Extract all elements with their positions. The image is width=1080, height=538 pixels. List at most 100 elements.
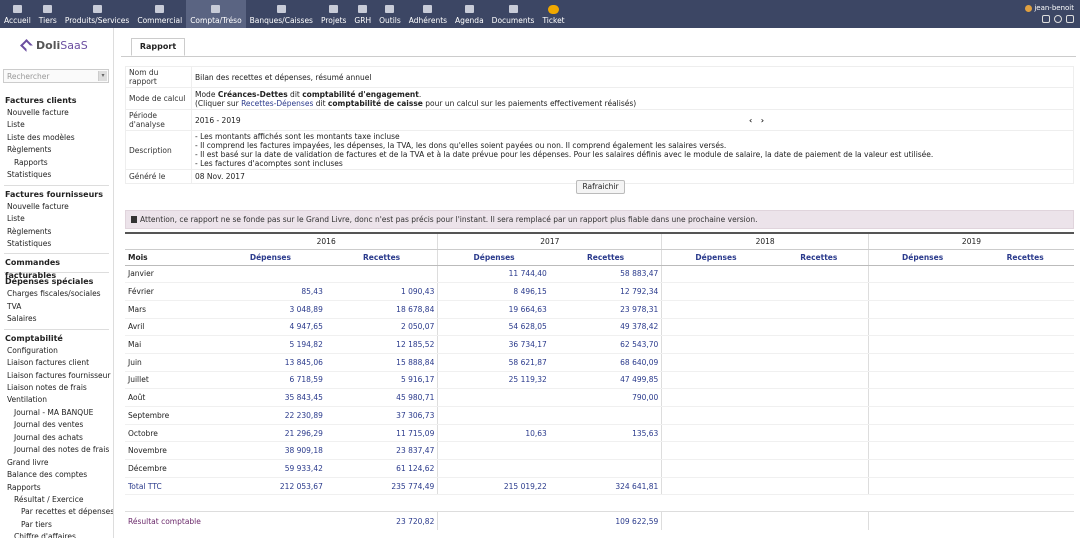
company-logo[interactable]: DoliSaaS [20, 37, 100, 53]
sidebar-item[interactable]: Journal des ventes [0, 419, 113, 431]
sidebar-item[interactable]: Liste [0, 213, 113, 225]
menu-projets[interactable]: Projets [317, 0, 350, 28]
search-input[interactable]: Rechercher ▾ [3, 69, 109, 83]
income-cell[interactable]: 15 888,84 [325, 353, 438, 372]
sidebar-section-heading[interactable]: Factures fournisseurs [0, 188, 113, 201]
sidebar-item[interactable]: Règlements [0, 144, 113, 156]
menu-accueil[interactable]: Accueil [0, 0, 35, 28]
income-header: Recettes [549, 249, 662, 266]
sidebar-item[interactable]: Statistiques [0, 238, 113, 250]
menu-documents[interactable]: Documents [488, 0, 539, 28]
sidebar-item[interactable]: Liste [0, 119, 113, 131]
sidebar-item[interactable]: Nouvelle facture [0, 107, 113, 119]
income-cell[interactable]: 135,63 [549, 424, 662, 443]
income-cell [769, 318, 869, 337]
sidebar-item[interactable]: Règlements [0, 226, 113, 238]
income-cell [769, 371, 869, 390]
sidebar-item[interactable]: Liaison factures fournisseur [0, 370, 113, 382]
year-header: 2018 [661, 232, 869, 250]
month-cell: Mars [125, 300, 215, 319]
income-cell[interactable]: 2 050,07 [325, 318, 438, 337]
sidebar-item[interactable]: TVA [0, 301, 113, 313]
sidebar-item[interactable]: Journal des notes de frais [0, 444, 113, 456]
top-menu: Accueil Tiers Produits/Services Commercial C… [0, 0, 569, 28]
income-cell[interactable]: 1 090,43 [325, 282, 438, 301]
menu-grh[interactable]: GRH [350, 0, 375, 28]
income-cell[interactable]: 790,00 [549, 388, 662, 407]
income-cell[interactable]: 68 640,09 [549, 353, 662, 372]
sidebar-item[interactable]: Journal - MA BANQUE [0, 407, 113, 419]
cash-mode-link[interactable]: Recettes-Dépenses [241, 99, 313, 108]
income-cell[interactable]: 61 124,62 [325, 459, 438, 478]
sidebar-item[interactable]: Grand livre [0, 457, 113, 469]
sidebar-item[interactable]: Liaison notes de frais [0, 382, 113, 394]
user-menu[interactable]: jean-benoit [1025, 4, 1074, 12]
expenses-cell: 6 718,59 [215, 371, 326, 390]
sidebar-section-heading[interactable]: Dépenses spéciales [0, 275, 113, 288]
income-cell [976, 441, 1074, 461]
sidebar-item[interactable]: Liaison factures client [0, 357, 113, 369]
sidebar-section-heading[interactable]: Factures clients [0, 94, 113, 107]
income-cell[interactable]: 37 306,73 [325, 406, 438, 425]
menu-label: Adhérents [408, 16, 448, 25]
expenses-cell [661, 282, 770, 301]
income-cell[interactable]: 18 678,84 [325, 300, 438, 319]
help-icon[interactable] [1054, 15, 1062, 23]
tab-rapport[interactable]: Rapport [131, 38, 185, 56]
menu-label: Projets [320, 16, 347, 25]
income-cell [976, 388, 1074, 407]
sidebar-item[interactable]: Ventilation [0, 394, 113, 406]
chevron-down-icon[interactable]: ▾ [98, 71, 107, 81]
income-cell[interactable]: 12 185,52 [325, 335, 438, 354]
sidebar-item[interactable]: Salaires [0, 313, 113, 325]
mode-hint: dit [313, 98, 328, 108]
income-cell[interactable]: 49 378,42 [549, 318, 662, 337]
sidebar-item[interactable]: Par recettes et dépenses [0, 506, 113, 518]
income-cell[interactable]: 47 499,85 [549, 371, 662, 390]
sidebar-item[interactable]: Liste des modèles [0, 132, 113, 144]
user-name[interactable]: jean-benoit [1034, 4, 1074, 12]
spacer-row [125, 495, 1074, 512]
menu-produits-services[interactable]: Produits/Services [61, 0, 134, 28]
income-cell[interactable]: 12 792,34 [549, 282, 662, 301]
income-cell[interactable]: 58 883,47 [549, 265, 662, 284]
income-cell[interactable]: 23 837,47 [325, 441, 438, 461]
next-period-icon[interactable]: › [761, 116, 764, 125]
sidebar-item[interactable]: Rapports [0, 157, 113, 169]
menu-commercial[interactable]: Commercial [133, 0, 186, 28]
sidebar-item[interactable]: Résultat / Exercice [0, 494, 113, 506]
sidebar-item[interactable]: Par tiers [0, 519, 113, 531]
menu-ticket[interactable]: Ticket [538, 0, 568, 28]
month-cell: Décembre [125, 459, 215, 478]
income-cell [976, 424, 1074, 443]
sidebar-item[interactable]: Journal des achats [0, 432, 113, 444]
income-cell[interactable]: 11 715,09 [325, 424, 438, 443]
menu-tiers[interactable]: Tiers [35, 0, 61, 28]
menu-adh-rents[interactable]: Adhérents [405, 0, 451, 28]
income-cell[interactable]: 62 543,70 [549, 335, 662, 354]
income-cell[interactable]: 23 978,31 [549, 300, 662, 319]
income-cell[interactable]: 45 980,71 [325, 388, 438, 407]
income-cell[interactable]: 5 916,17 [325, 371, 438, 390]
sidebar-item[interactable]: Charges fiscales/sociales [0, 288, 113, 300]
sidebar-item[interactable]: Configuration [0, 345, 113, 357]
logout-icon[interactable] [1066, 15, 1074, 23]
menu-compta-tr-so[interactable]: Compta/Tréso [186, 0, 246, 28]
menu-agenda[interactable]: Agenda [451, 0, 488, 28]
sidebar-item[interactable]: Balance des comptes [0, 469, 113, 481]
sidebar-section-heading[interactable]: Commandes facturables [0, 256, 113, 280]
print-icon[interactable] [1042, 15, 1050, 23]
sidebar-section-heading[interactable]: Comptabilité [0, 332, 113, 345]
sidebar-item[interactable]: Statistiques [0, 169, 113, 181]
description-label: Description [125, 130, 192, 170]
table-row: Novembre 38 909,18 23 837,47 [125, 441, 1074, 461]
refresh-button[interactable]: Rafraichir [576, 180, 625, 194]
sidebar-item[interactable]: Rapports [0, 482, 113, 494]
sidebar-item[interactable]: Chiffre d'affaires [0, 531, 113, 538]
menu-label: Ticket [542, 16, 565, 25]
prev-period-icon[interactable]: ‹ [749, 116, 752, 125]
menu-banques-caisses[interactable]: Banques/Caisses [246, 0, 317, 28]
sidebar-item[interactable]: Nouvelle facture [0, 201, 113, 213]
description-value: - Les montants affichés sont les montant… [191, 130, 1074, 170]
menu-outils[interactable]: Outils [375, 0, 405, 28]
